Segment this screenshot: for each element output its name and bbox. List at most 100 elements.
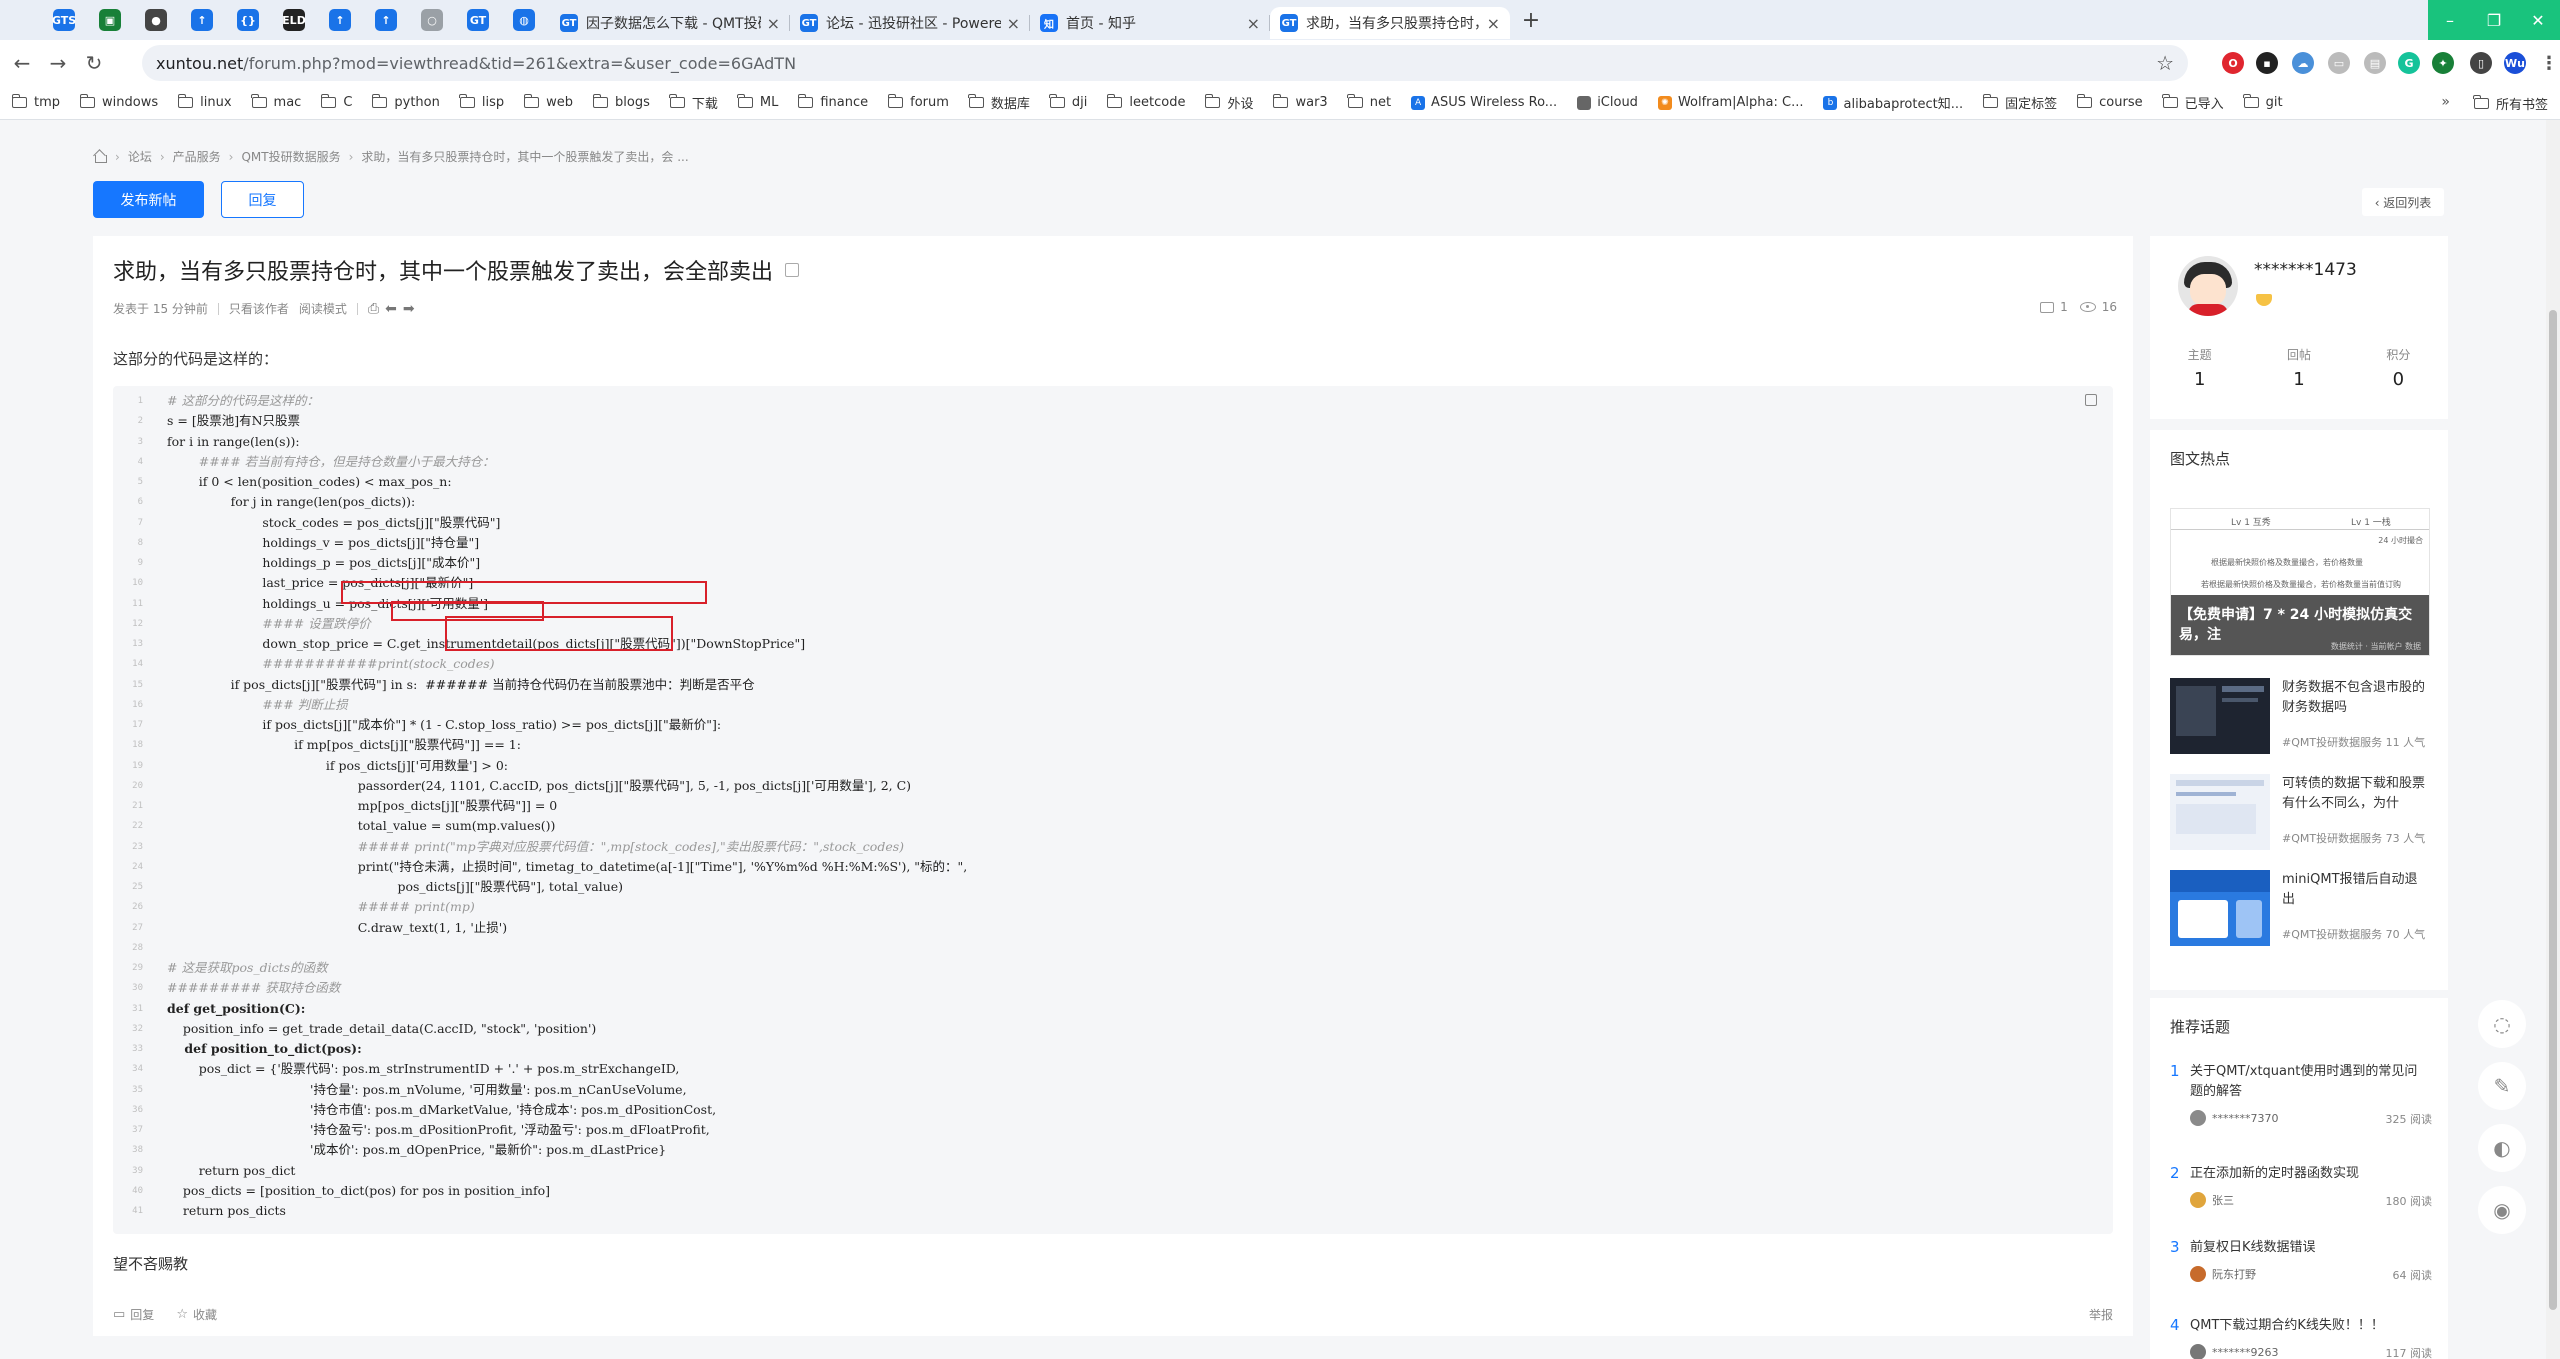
new-post-button[interactable]: 发布新帖 [93,181,204,218]
pinned-tab-3[interactable]: ↑ [182,5,222,35]
new-tab-button[interactable]: + [1516,5,1546,35]
bookmark-13[interactable]: 数据库 [968,93,1030,112]
more-bookmarks-icon[interactable]: » [2441,94,2450,110]
breadcrumb-forum[interactable]: 论坛 [128,148,152,165]
bookmark-14[interactable]: dji [1049,94,1087,110]
close-window-button[interactable]: ✕ [2516,0,2560,40]
qq-icon[interactable]: ◉ [2478,1186,2526,1234]
topic-title[interactable]: QMT下载过期合约K线失败！！！ [2190,1316,2430,1336]
footer-favorite-button[interactable]: ☆ 收藏 [176,1306,217,1323]
pinned-tab-5[interactable]: ELD [274,5,314,35]
back-to-list-button[interactable]: ‹ 返回列表 [2362,188,2444,216]
pinned-tab-9[interactable]: GT [458,5,498,35]
bookmark-19[interactable]: A ASUS Wireless Ro... [1411,95,1557,110]
bookmark-3[interactable]: mac [251,94,301,110]
hot-post-title[interactable]: miniQMT报错后自动退出 [2282,870,2430,910]
hot-post-item[interactable]: miniQMT报错后自动退出 #QMT投研数据服务 70 人气 [2170,870,2430,948]
bookmark-9[interactable]: 下载 [669,93,718,112]
bookmark-26[interactable]: git [2243,94,2283,110]
pinned-tab-10[interactable]: ◍ [504,5,544,35]
bookmark-1[interactable]: windows [79,94,158,110]
read-mode-link[interactable]: 阅读模式 [299,300,347,317]
prev-thread-icon[interactable]: ⬅ [385,301,397,317]
bookmark-11[interactable]: finance [797,94,868,110]
author-name[interactable]: *******1473 [2254,260,2357,280]
opera-icon[interactable]: O [2222,52,2244,74]
back-button[interactable]: ← [4,45,40,81]
page-scrollbar[interactable] [2546,120,2560,1359]
maximize-button[interactable]: ❐ [2472,0,2516,40]
copy-link-icon[interactable] [785,263,800,277]
pinned-tab-4[interactable]: {} [228,5,268,35]
forward-button[interactable]: → [40,45,76,81]
bookmark-5[interactable]: python [371,94,440,110]
bookmark-22[interactable]: b alibabaprotect知... [1823,93,1963,112]
minimize-button[interactable]: – [2428,0,2472,40]
bookmark-0[interactable]: tmp [11,94,60,110]
bookmark-15[interactable]: leetcode [1106,94,1185,110]
scrollbar-thumb[interactable] [2549,310,2557,1310]
bookmark-6[interactable]: lisp [459,94,504,110]
pinned-tab-1[interactable]: ▣ [90,5,130,35]
tab-close-icon[interactable]: × [1487,14,1500,33]
reader-icon[interactable]: ▤ [2364,52,2386,74]
edit-icon[interactable]: ✎ [2478,1062,2526,1110]
reload-button[interactable]: ↻ [76,45,112,81]
hot-post-title[interactable]: 财务数据不包含退市股的财务数据吗 [2282,678,2430,718]
topic-author[interactable]: 张三 [2190,1192,2234,1208]
next-thread-icon[interactable]: ➡ [403,301,415,317]
bookmark-18[interactable]: net [1347,94,1391,110]
bookmark-24[interactable]: course [2076,94,2143,110]
hot-post-title[interactable]: 可转债的数据下载和股票有什么不同么，为什 [2282,774,2430,814]
tab-2[interactable]: 知首页 - 知乎 × [1030,7,1270,39]
tab-0[interactable]: GT 因子数据怎么下载 - QMT投研 × [550,7,790,39]
pinned-tab-0[interactable]: GTS [44,5,84,35]
home-icon[interactable] [93,150,107,163]
topic-author[interactable]: 阮东打野 [2190,1266,2256,1282]
menu-icon[interactable]: ⋮ [2538,52,2560,74]
bookmark-23[interactable]: 固定标签 [1982,93,2057,112]
profile-icon[interactable]: Wu [2504,52,2526,74]
grammarly-icon[interactable]: G [2398,52,2420,74]
all-bookmarks-button[interactable]: 所有书签 [2473,94,2548,113]
pinned-tab-2[interactable]: ● [136,5,176,35]
tab-3[interactable]: GT 求助，当有多只股票持仓时，其 × [1270,7,1510,39]
url-input[interactable]: xuntou.net/forum.php?mod=viewthread&tid=… [142,45,2188,81]
bookmark-20[interactable]: iCloud [1577,95,1638,110]
sidepanel-icon[interactable]: ▯ [2470,52,2492,74]
reply-button[interactable]: 回复 [221,181,304,218]
bookmark-8[interactable]: blogs [592,94,650,110]
bookmark-star-icon[interactable]: ☆ [2156,51,2174,75]
tab-1[interactable]: GT 论坛 - 迅投研社区 - Powered × [790,7,1030,39]
hot-banner[interactable]: Lv 1 互秀 Lv 1 一栈 24 小时撮合 根据最新快照价格及数量撮合，若价… [2170,508,2430,656]
hot-post-item[interactable]: 可转债的数据下载和股票有什么不同么，为什 #QMT投研数据服务 73 人气 [2170,774,2430,852]
bookmark-7[interactable]: web [523,94,573,110]
bookmark-2[interactable]: linux [177,94,232,110]
bookmark-16[interactable]: 外设 [1204,93,1253,112]
tab-close-icon[interactable]: × [1247,14,1260,33]
footer-reply-button[interactable]: ▭ 回复 [113,1306,154,1323]
bookmark-4[interactable]: C [320,94,352,110]
bookmark-25[interactable]: 已导入 [2162,93,2224,112]
report-link[interactable]: 举报 [2089,1306,2113,1323]
puzzle-icon[interactable]: ✦ [2432,52,2454,74]
pinned-tab-7[interactable]: ↑ [366,5,406,35]
breadcrumb-product[interactable]: 产品服务 [173,148,221,165]
bookmark-12[interactable]: forum [887,94,949,110]
author-only-link[interactable]: 只看该作者 [229,300,289,317]
bookmark-17[interactable]: war3 [1272,94,1328,110]
hot-post-item[interactable]: 财务数据不包含退市股的财务数据吗 #QMT投研数据服务 11 人气 [2170,678,2430,756]
bulb-icon[interactable]: ◌ [2478,1000,2526,1048]
pinned-tab-6[interactable]: ↑ [320,5,360,35]
pinned-tab-8[interactable]: ○ [412,5,452,35]
cloud-icon[interactable]: ☁ [2292,52,2314,74]
print-icon[interactable]: ⎙ [368,301,379,317]
avatar[interactable] [2178,256,2238,316]
bookmark-21[interactable]: ✺ Wolfram|Alpha: C... [1657,95,1803,110]
screen-icon[interactable]: ▭ [2328,52,2350,74]
breadcrumb-section[interactable]: QMT投研数据服务 [241,148,340,165]
ext-icon[interactable]: ▪ [2256,52,2278,74]
bookmark-10[interactable]: ML [737,94,778,110]
topic-author[interactable]: *******7370 [2190,1110,2279,1126]
topic-title[interactable]: 正在添加新的定时器函数实现 [2190,1164,2430,1184]
